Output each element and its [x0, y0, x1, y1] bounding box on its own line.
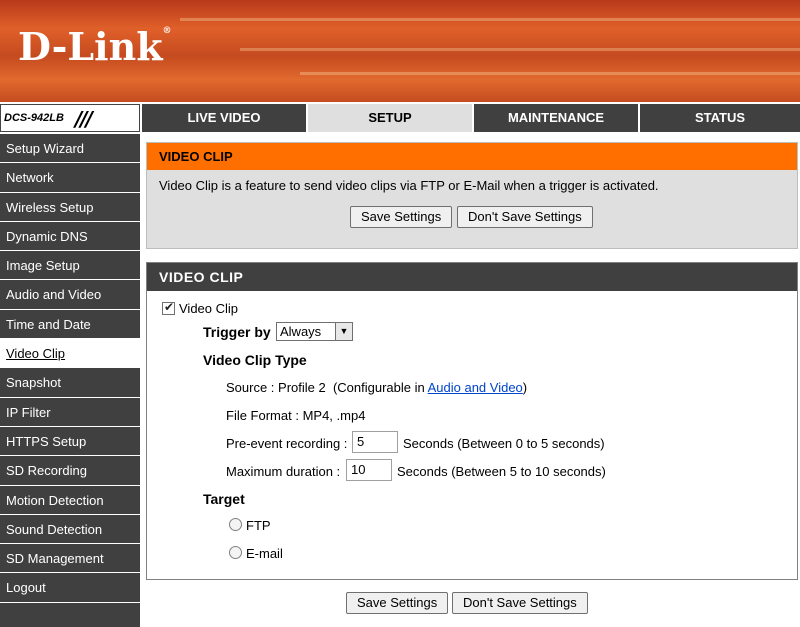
- ftp-label: FTP: [246, 518, 271, 533]
- intro-description: Video Clip is a feature to send video cl…: [159, 178, 659, 193]
- pre-event-input[interactable]: 5: [352, 431, 398, 453]
- sidebar-item-snapshot[interactable]: Snapshot: [0, 368, 140, 398]
- sidebar-item-https-setup[interactable]: HTTPS Setup: [0, 426, 140, 457]
- audio-and-video-link[interactable]: Audio and Video: [428, 380, 523, 395]
- source-text: Source : Profile 2 (Configurable in Audi…: [226, 380, 527, 395]
- header-streak: [240, 48, 800, 51]
- tab-live-video[interactable]: LIVE VIDEO: [142, 104, 306, 132]
- ftp-radio[interactable]: [229, 518, 242, 531]
- trigger-by-select[interactable]: Always ▼: [276, 322, 353, 341]
- video-clip-enable-label: Video Clip: [179, 301, 239, 316]
- sidebar-item-dynamic-dns[interactable]: Dynamic DNS: [0, 221, 140, 252]
- save-settings-button-bottom[interactable]: Save Settings: [346, 592, 449, 614]
- sidebar-item-sd-recording[interactable]: SD Recording: [0, 456, 140, 486]
- sidebar-item-wireless-setup[interactable]: Wireless Setup: [0, 192, 140, 222]
- sidebar-item-sd-management[interactable]: SD Management: [0, 544, 140, 574]
- sidebar-item-motion-detection[interactable]: Motion Detection: [0, 485, 140, 515]
- video-clip-checkbox[interactable]: ✔: [162, 300, 175, 315]
- file-format-text: File Format : MP4, .mp4: [226, 408, 366, 423]
- pre-event-hint: Seconds (Between 0 to 5 seconds): [403, 436, 605, 451]
- sidebar-item-audio-and-video[interactable]: Audio and Video: [0, 280, 140, 310]
- sidebar-item-time-and-date[interactable]: Time and Date: [0, 309, 140, 340]
- email-radio[interactable]: [229, 546, 242, 559]
- tab-setup[interactable]: SETUP: [306, 104, 472, 132]
- model-slashes: ///: [75, 107, 93, 131]
- chevron-down-icon: ▼: [335, 323, 352, 340]
- source-suffix: ): [522, 380, 528, 395]
- settings-panel: VIDEO CLIP ✔ Video Clip Trigger by Alway…: [146, 262, 798, 580]
- intro-panel: VIDEO CLIP Video Clip is a feature to se…: [146, 142, 798, 249]
- trigger-by-value: Always: [280, 324, 322, 339]
- max-duration-hint: Seconds (Between 5 to 10 seconds): [397, 464, 606, 479]
- pre-event-label: Pre-event recording :: [226, 436, 348, 451]
- top-tabs: LIVE VIDEO SETUP MAINTENANCE STATUS: [142, 104, 800, 132]
- model-tag: DCS-942LB ///: [0, 104, 140, 132]
- tab-status[interactable]: STATUS: [638, 104, 800, 132]
- source-prefix: Source : Profile 2 (Configurable in: [226, 380, 428, 395]
- sidebar-item-sound-detection[interactable]: Sound Detection: [0, 514, 140, 545]
- target-label: Target: [203, 491, 245, 507]
- intro-panel-title: VIDEO CLIP: [147, 143, 797, 170]
- sidebar-item-image-setup[interactable]: Image Setup: [0, 251, 140, 281]
- sidebar-item-ip-filter[interactable]: IP Filter: [0, 397, 140, 427]
- sidebar: Setup Wizard Network Wireless Setup Dyna…: [0, 134, 140, 627]
- email-label: E-mail: [246, 546, 283, 561]
- header-banner: D-Link®: [0, 0, 800, 102]
- check-icon: ✔: [164, 300, 175, 314]
- dont-save-settings-button-top[interactable]: Don't Save Settings: [457, 206, 593, 228]
- model-name: DCS-942LB: [4, 112, 64, 124]
- settings-panel-title: VIDEO CLIP: [147, 263, 797, 291]
- sidebar-item-setup-wizard[interactable]: Setup Wizard: [0, 134, 140, 164]
- dont-save-settings-button-bottom[interactable]: Don't Save Settings: [452, 592, 588, 614]
- header-streak: [300, 72, 800, 75]
- sidebar-item-video-clip[interactable]: Video Clip: [0, 339, 140, 369]
- save-settings-button-top[interactable]: Save Settings: [350, 206, 453, 228]
- video-clip-type-label: Video Clip Type: [203, 352, 307, 368]
- sidebar-item-logout[interactable]: Logout: [0, 573, 140, 603]
- trigger-by-label: Trigger by: [203, 324, 271, 340]
- max-duration-label: Maximum duration :: [226, 464, 341, 479]
- header-streak: [180, 18, 800, 21]
- sidebar-item-network[interactable]: Network: [0, 163, 140, 193]
- dlink-logo: D-Link®: [18, 24, 172, 69]
- tab-maintenance[interactable]: MAINTENANCE: [472, 104, 638, 132]
- max-duration-input[interactable]: 10: [346, 459, 392, 481]
